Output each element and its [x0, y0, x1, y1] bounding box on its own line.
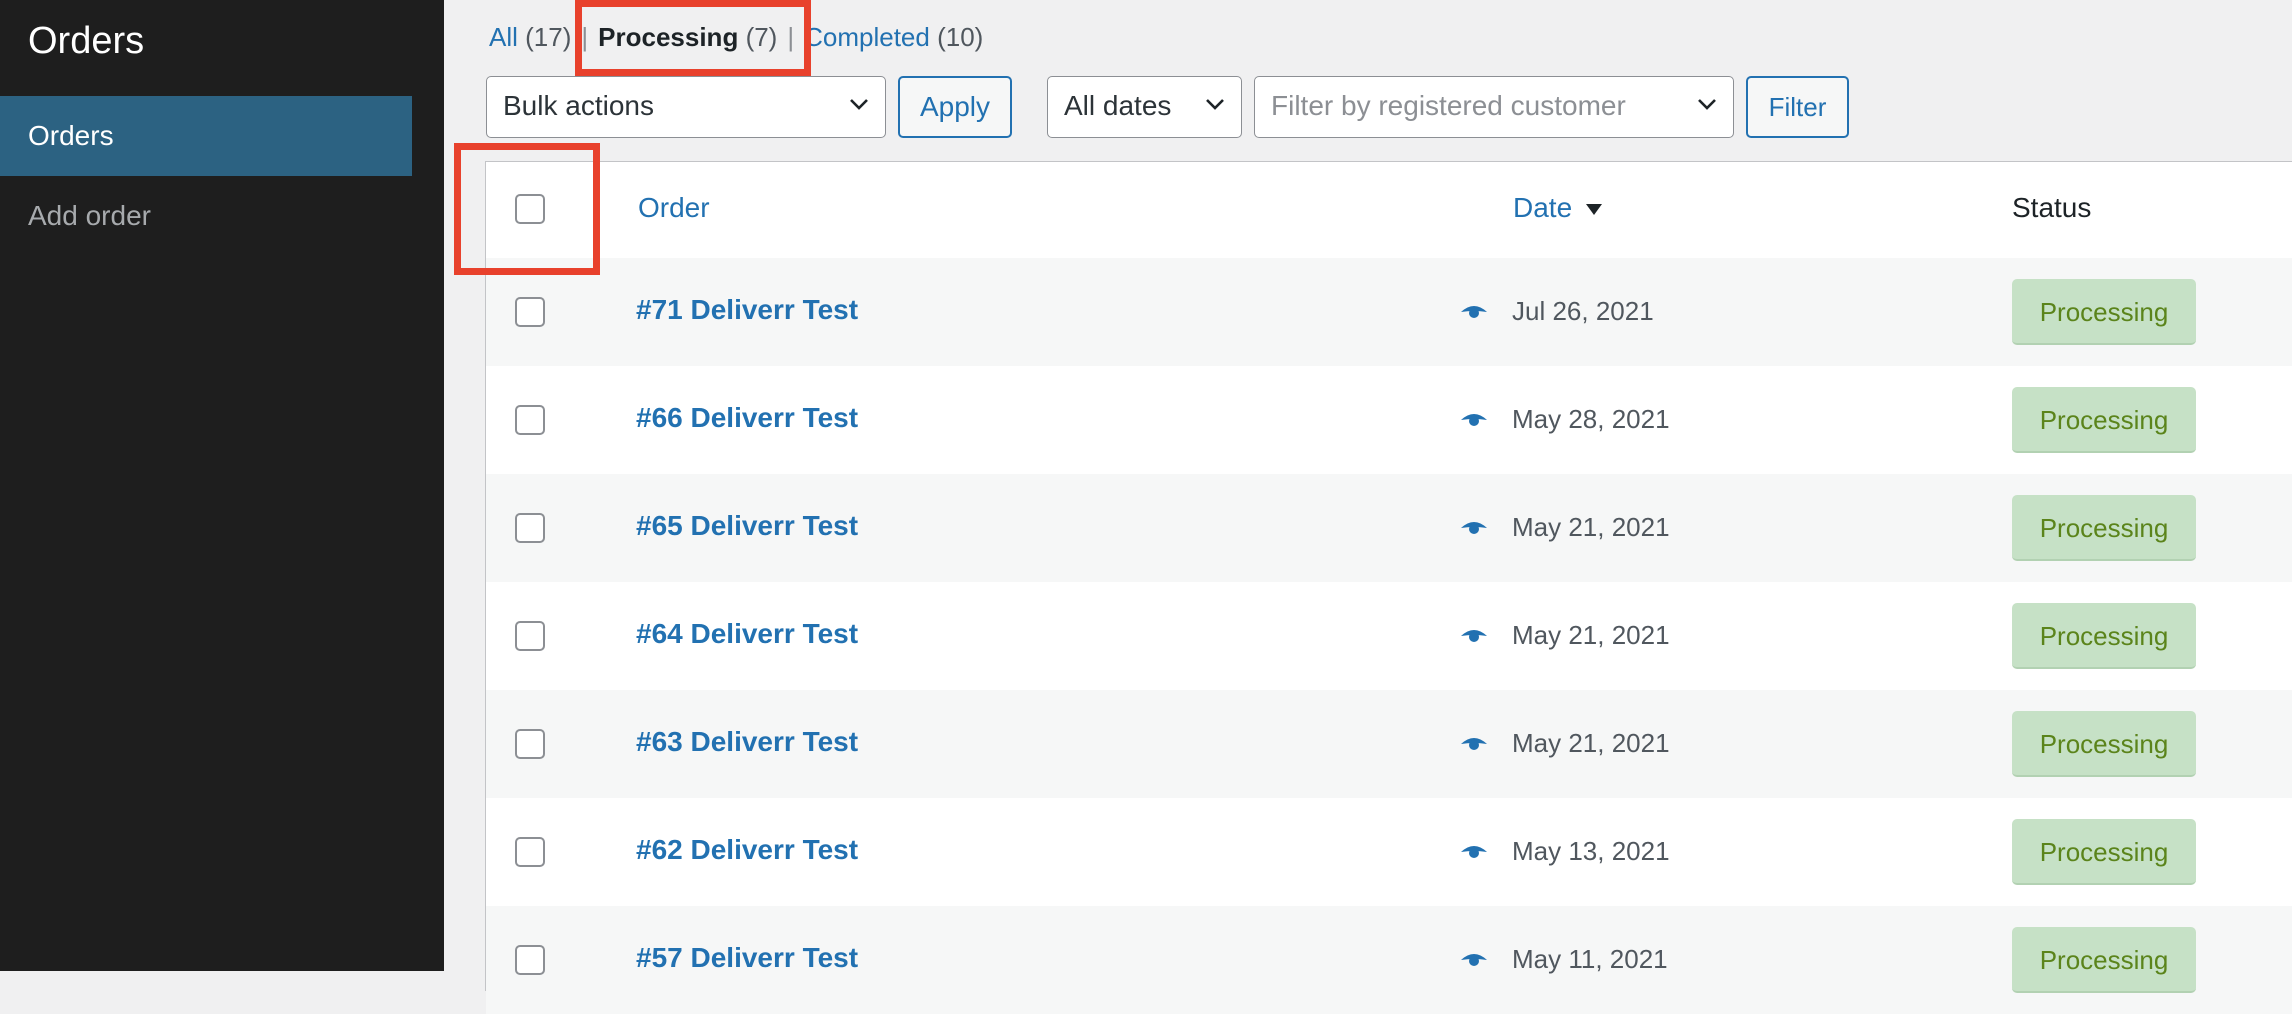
table-row: #66 Deliverr Test May 28, 2021 Processin… — [486, 366, 2292, 474]
eye-icon[interactable] — [1459, 302, 1489, 322]
sidebar-item-add-order[interactable]: Add order — [0, 176, 412, 256]
sidebar-title: Orders — [28, 20, 145, 62]
eye-icon[interactable] — [1459, 626, 1489, 646]
row-checkbox[interactable] — [515, 621, 545, 651]
table-row: #71 Deliverr Test Jul 26, 2021 Processin… — [486, 258, 2292, 366]
order-status-views: All (17) | Processing (7) | Completed (10) — [489, 22, 983, 53]
order-date: May 11, 2021 — [1512, 944, 1668, 974]
eye-icon[interactable] — [1459, 950, 1489, 970]
order-link[interactable]: #63 Deliverr Test — [636, 726, 858, 758]
admin-sidebar: Orders Orders Add order — [0, 0, 444, 971]
table-row: #63 Deliverr Test May 21, 2021 Processin… — [486, 690, 2292, 798]
dates-value: All dates — [1064, 90, 1172, 121]
status-badge: Processing — [2012, 387, 2196, 453]
table-header: Order Date Status — [486, 162, 2292, 259]
apply-button[interactable]: Apply — [898, 76, 1012, 138]
row-checkbox[interactable] — [515, 297, 545, 327]
table-row: #65 Deliverr Test May 21, 2021 Processin… — [486, 474, 2292, 582]
order-link[interactable]: #64 Deliverr Test — [636, 618, 858, 650]
column-date-header[interactable]: Date — [1513, 192, 1603, 224]
row-checkbox[interactable] — [515, 837, 545, 867]
view-separator: | — [581, 22, 589, 52]
view-separator: | — [787, 22, 795, 52]
bulk-actions-select[interactable]: Bulk actions — [486, 76, 886, 138]
order-date: May 13, 2021 — [1512, 836, 1670, 866]
main-content: All (17) | Processing (7) | Completed (10) B… — [444, 0, 2292, 1014]
order-date: May 21, 2021 — [1512, 620, 1670, 650]
table-row: #64 Deliverr Test May 21, 2021 Processin… — [486, 582, 2292, 690]
status-badge: Processing — [2012, 927, 2196, 993]
column-status-header: Status — [2012, 192, 2092, 223]
order-link[interactable]: #66 Deliverr Test — [636, 402, 858, 434]
order-link[interactable]: #71 Deliverr Test — [636, 294, 858, 326]
status-badge: Processing — [2012, 819, 2196, 885]
sidebar-item-orders[interactable]: Orders — [0, 96, 412, 176]
chevron-down-icon — [1698, 99, 1716, 110]
table-row: #62 Deliverr Test May 13, 2021 Processin… — [486, 798, 2292, 906]
row-checkbox[interactable] — [515, 405, 545, 435]
eye-icon[interactable] — [1459, 842, 1489, 862]
table-row: #57 Deliverr Test May 11, 2021 Processin… — [486, 906, 2292, 1014]
chevron-down-icon — [1206, 99, 1224, 110]
eye-icon[interactable] — [1459, 518, 1489, 538]
row-checkbox[interactable] — [515, 513, 545, 543]
row-checkbox[interactable] — [515, 729, 545, 759]
chevron-down-icon — [850, 99, 868, 110]
status-badge: Processing — [2012, 711, 2196, 777]
view-all-link[interactable]: All (17) — [489, 22, 571, 52]
eye-icon[interactable] — [1459, 734, 1489, 754]
order-date: May 28, 2021 — [1512, 404, 1670, 434]
orders-table: Order Date Status #71 Deliverr Test Jul … — [485, 161, 2292, 1014]
view-processing-link[interactable]: Processing (7) — [598, 22, 777, 52]
customer-filter-placeholder: Filter by registered customer — [1271, 90, 1626, 121]
column-order-header[interactable]: Order — [638, 192, 710, 224]
order-link[interactable]: #57 Deliverr Test — [636, 942, 858, 974]
view-completed-link[interactable]: Completed (10) — [804, 22, 983, 52]
sort-desc-icon — [1586, 204, 1603, 216]
filter-button[interactable]: Filter — [1746, 76, 1849, 138]
select-all-checkbox[interactable] — [515, 194, 545, 224]
eye-icon[interactable] — [1459, 410, 1489, 430]
order-link[interactable]: #62 Deliverr Test — [636, 834, 858, 866]
customer-filter-select[interactable]: Filter by registered customer — [1254, 76, 1734, 138]
order-date: May 21, 2021 — [1512, 512, 1670, 542]
dates-select[interactable]: All dates — [1047, 76, 1242, 138]
order-date: May 21, 2021 — [1512, 728, 1670, 758]
bulk-actions-value: Bulk actions — [503, 90, 654, 121]
order-link[interactable]: #65 Deliverr Test — [636, 510, 858, 542]
status-badge: Processing — [2012, 603, 2196, 669]
order-date: Jul 26, 2021 — [1512, 296, 1654, 326]
status-badge: Processing — [2012, 279, 2196, 345]
status-badge: Processing — [2012, 495, 2196, 561]
column-date-label: Date — [1513, 192, 1573, 223]
